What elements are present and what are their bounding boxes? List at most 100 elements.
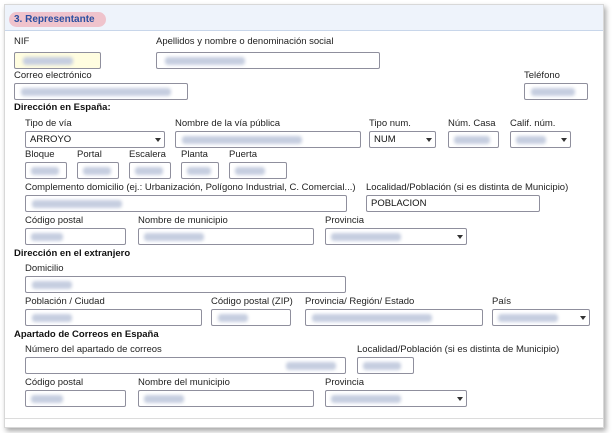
nif-label: NIF (14, 36, 30, 47)
localidad-field[interactable]: POBLACION (366, 195, 540, 212)
calif-num-label: Calif. núm. (510, 118, 556, 129)
chevron-down-icon (580, 316, 586, 320)
form-window: 3. Representante NIF Apellidos y nombre … (4, 4, 604, 428)
apartado-cp-field[interactable] (25, 390, 126, 407)
codigo-zip-field[interactable] (211, 309, 291, 326)
municipio-field[interactable] (138, 228, 314, 245)
apartado-municipio-field[interactable] (138, 390, 314, 407)
correo-field[interactable] (14, 83, 188, 100)
redacted-value (363, 362, 401, 370)
redacted-value (31, 395, 63, 403)
tipo-num-value: NUM (374, 134, 396, 145)
redacted-value (498, 314, 558, 322)
apartado-numero-field[interactable] (25, 357, 346, 374)
poblacion-field[interactable] (25, 309, 202, 326)
redacted-value (187, 167, 211, 175)
puerta-field[interactable] (229, 162, 287, 179)
redacted-value (516, 136, 546, 144)
correo-label: Correo electrónico (14, 70, 92, 81)
tipo-num-select[interactable]: NUM (369, 131, 436, 148)
tipo-num-label: Tipo num. (369, 118, 411, 129)
localidad-label: Localidad/Población (si es distinta de M… (366, 182, 569, 193)
domicilio-label: Domicilio (25, 263, 64, 274)
redacted-value (31, 167, 59, 175)
complemento-label: Complemento domicilio (ej.: Urbanización… (25, 182, 356, 193)
region-label: Provincia/ Región/ Estado (305, 296, 415, 307)
codigo-postal-field[interactable] (25, 228, 126, 245)
bloque-label: Bloque (25, 149, 55, 160)
tipo-via-value: ARROYO (30, 134, 72, 145)
localidad-value: POBLACION (371, 198, 427, 209)
telefono-field[interactable] (524, 83, 588, 100)
apartado-correos-heading: Apartado de Correos en España (14, 329, 159, 340)
tipo-via-select[interactable]: ARROYO (25, 131, 165, 148)
redacted-value (165, 57, 245, 65)
chevron-down-icon (155, 138, 161, 142)
section-title: 3. Representante (9, 12, 106, 27)
portal-field[interactable] (77, 162, 119, 179)
pais-label: País (492, 296, 512, 307)
redacted-value (286, 362, 336, 370)
redacted-value (182, 136, 302, 144)
nombre-via-field[interactable] (175, 131, 361, 148)
apartado-cp-label: Código postal (25, 377, 84, 388)
telefono-label: Teléfono (524, 70, 560, 81)
redacted-value (218, 314, 248, 322)
redacted-value (32, 281, 72, 289)
direccion-espana-heading: Dirección en España: (14, 102, 111, 113)
planta-label: Planta (181, 149, 208, 160)
planta-field[interactable] (181, 162, 219, 179)
codigo-zip-label: Código postal (ZIP) (211, 296, 293, 307)
redacted-value (331, 233, 401, 241)
bloque-field[interactable] (25, 162, 67, 179)
redacted-value (21, 88, 171, 96)
redacted-value (32, 314, 72, 322)
domicilio-field[interactable] (25, 276, 346, 293)
chevron-down-icon (457, 397, 463, 401)
apartado-numero-label: Número del apartado de correos (25, 344, 162, 355)
redacted-value (144, 395, 184, 403)
portal-label: Portal (77, 149, 102, 160)
region-field[interactable] (305, 309, 483, 326)
redacted-value (31, 233, 63, 241)
chevron-down-icon (561, 138, 567, 142)
pais-select[interactable] (492, 309, 590, 326)
bottom-divider (5, 418, 603, 419)
redacted-value (144, 233, 204, 241)
direccion-extranjero-heading: Dirección en el extranjero (14, 248, 131, 259)
redacted-value (83, 167, 111, 175)
redacted-value (235, 167, 265, 175)
complemento-field[interactable] (25, 195, 347, 212)
municipio-label: Nombre de municipio (138, 215, 228, 226)
num-casa-field[interactable] (448, 131, 499, 148)
redacted-value (135, 167, 163, 175)
escalera-field[interactable] (129, 162, 171, 179)
apartado-municipio-label: Nombre del municipio (138, 377, 230, 388)
apartado-localidad-label: Localidad/Población (si es distinta de M… (357, 344, 560, 355)
poblacion-label: Población / Ciudad (25, 296, 105, 307)
redacted-value (454, 136, 490, 144)
section-header: 3. Representante (5, 5, 603, 31)
apellidos-field[interactable] (156, 52, 380, 69)
num-casa-label: Núm. Casa (448, 118, 496, 129)
nombre-via-label: Nombre de la vía pública (175, 118, 281, 129)
redacted-value (531, 88, 575, 96)
redacted-value (331, 395, 401, 403)
apartado-provincia-select[interactable] (325, 390, 467, 407)
calif-num-select[interactable] (510, 131, 571, 148)
redacted-value (32, 200, 122, 208)
apartado-localidad-field[interactable] (357, 357, 414, 374)
redacted-value (23, 57, 73, 65)
chevron-down-icon (457, 235, 463, 239)
redacted-value (312, 314, 432, 322)
puerta-label: Puerta (229, 149, 257, 160)
escalera-label: Escalera (129, 149, 166, 160)
tipo-via-label: Tipo de vía (25, 118, 72, 129)
apartado-provincia-label: Provincia (325, 377, 365, 388)
provincia-label: Provincia (325, 215, 365, 226)
codigo-postal-label: Código postal (25, 215, 84, 226)
apellidos-label: Apellidos y nombre o denominación social (156, 36, 334, 47)
provincia-select[interactable] (325, 228, 467, 245)
chevron-down-icon (426, 138, 432, 142)
nif-field[interactable] (14, 52, 101, 69)
